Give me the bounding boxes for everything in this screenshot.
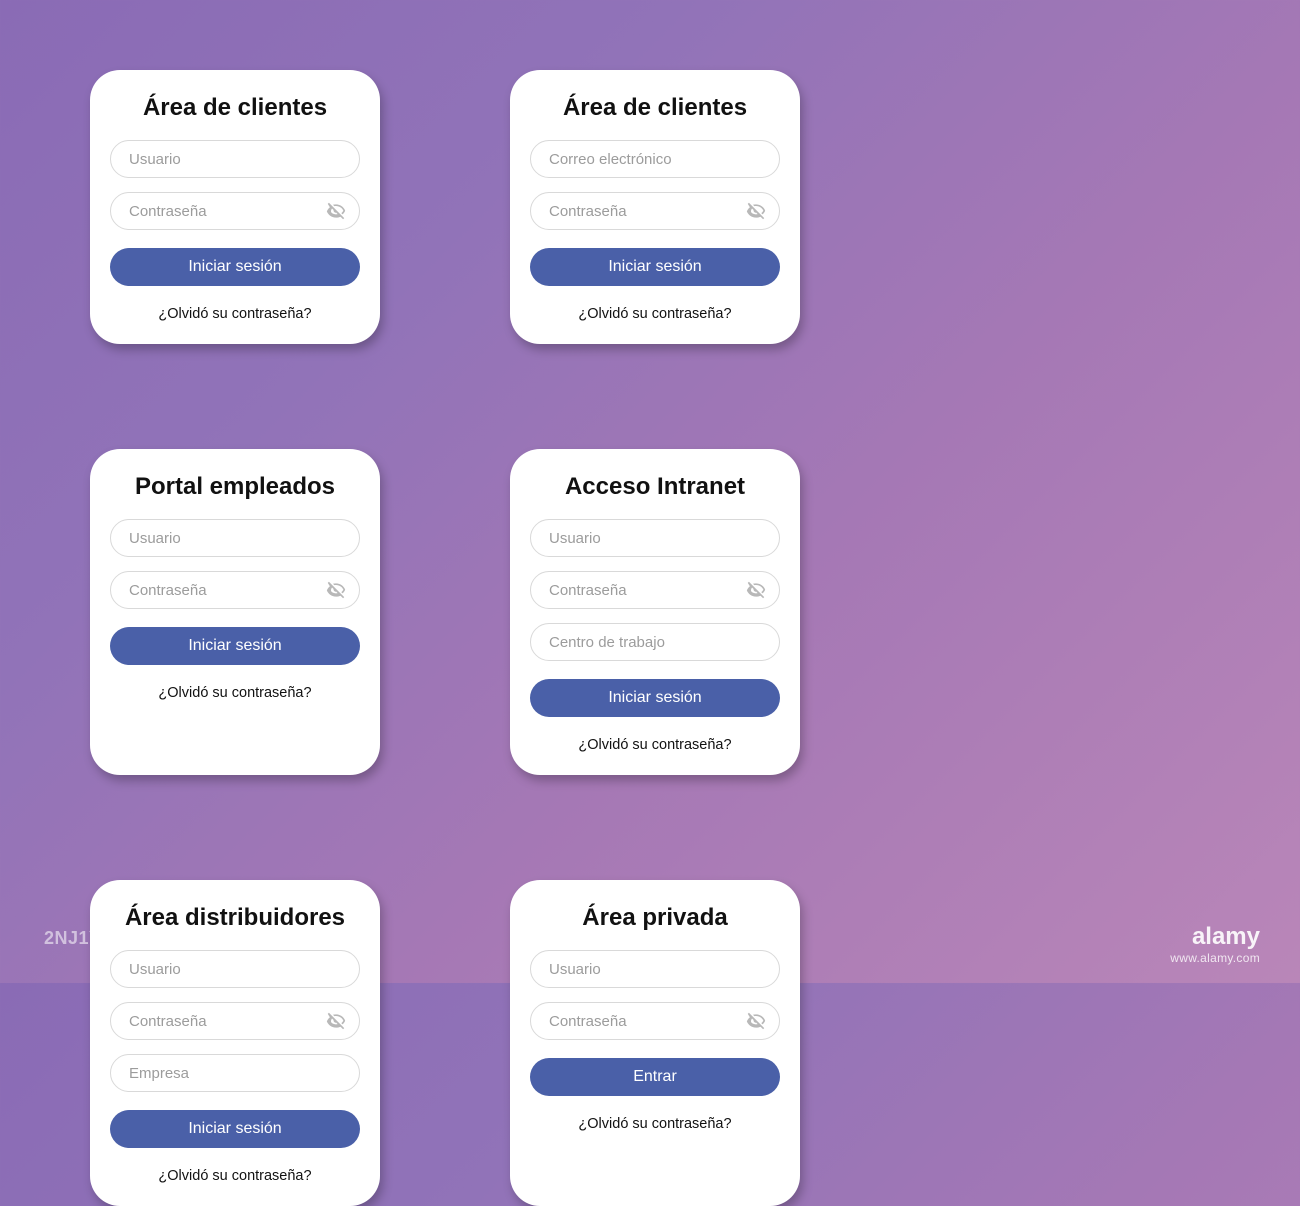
forgot-password-link[interactable]: ¿Olvidó su contraseña?: [578, 737, 731, 753]
card-title: Área de clientes: [143, 94, 327, 122]
password-input[interactable]: [110, 1002, 360, 1040]
field-wrapper: [110, 571, 360, 609]
field-wrapper: [530, 519, 780, 557]
login-cards-grid: Área de clientes Iniciar sesión ¿Olvidó su…: [90, 70, 1210, 1206]
password-input[interactable]: [110, 571, 360, 609]
login-card: Área distribuidores Iniciar sesión ¿Olvidó…: [90, 880, 380, 1206]
card-title: Portal empleados: [135, 473, 335, 501]
text-input[interactable]: [530, 519, 780, 557]
login-card: Portal empleados Iniciar sesión ¿Olvidó su…: [90, 449, 380, 775]
password-input[interactable]: [530, 192, 780, 230]
field-wrapper: [530, 192, 780, 230]
watermark-id: 2NJ1Y8X: [44, 928, 125, 949]
field-wrapper: [110, 192, 360, 230]
login-card: Área de clientes Iniciar sesión ¿Olvidó su…: [90, 70, 380, 344]
watermark-url: www.alamy.com: [1170, 951, 1260, 965]
field-wrapper: [530, 140, 780, 178]
forgot-password-link[interactable]: ¿Olvidó su contraseña?: [158, 685, 311, 701]
password-input[interactable]: [110, 192, 360, 230]
card-title: Área de clientes: [563, 94, 747, 122]
field-wrapper: [530, 1002, 780, 1040]
forgot-password-link[interactable]: ¿Olvidó su contraseña?: [578, 1116, 731, 1132]
password-input[interactable]: [530, 571, 780, 609]
eye-off-icon[interactable]: [326, 1011, 346, 1031]
login-card: Acceso Intranet Iniciar sesión ¿Olvidó su …: [510, 449, 800, 775]
field-wrapper: [110, 519, 360, 557]
login-button[interactable]: Iniciar sesión: [530, 679, 780, 717]
card-title: Acceso Intranet: [565, 473, 745, 501]
forgot-password-link[interactable]: ¿Olvidó su contraseña?: [578, 306, 731, 322]
card-title: Área distribuidores: [125, 904, 345, 932]
text-input[interactable]: [110, 519, 360, 557]
login-card: Área de clientes Iniciar sesión ¿Olvidó su…: [510, 70, 800, 344]
login-button[interactable]: Iniciar sesión: [110, 627, 360, 665]
field-wrapper: [110, 1002, 360, 1040]
forgot-password-link[interactable]: ¿Olvidó su contraseña?: [158, 1168, 311, 1184]
watermark-brand: alamy: [1170, 923, 1260, 951]
text-input[interactable]: [530, 950, 780, 988]
login-button[interactable]: Iniciar sesión: [110, 248, 360, 286]
login-button[interactable]: Iniciar sesión: [530, 248, 780, 286]
text-input[interactable]: [110, 1054, 360, 1092]
field-wrapper: [530, 950, 780, 988]
eye-off-icon[interactable]: [326, 580, 346, 600]
eye-off-icon[interactable]: [326, 201, 346, 221]
field-wrapper: [110, 950, 360, 988]
text-input[interactable]: [110, 140, 360, 178]
text-input[interactable]: [530, 140, 780, 178]
login-button[interactable]: Entrar: [530, 1058, 780, 1096]
card-title: Área privada: [582, 904, 727, 932]
field-wrapper: [530, 623, 780, 661]
login-button[interactable]: Iniciar sesión: [110, 1110, 360, 1148]
password-input[interactable]: [530, 1002, 780, 1040]
eye-off-icon[interactable]: [746, 201, 766, 221]
login-card: Área privada Entrar ¿Olvidó su contraseña?: [510, 880, 800, 1206]
field-wrapper: [110, 1054, 360, 1092]
eye-off-icon[interactable]: [746, 1011, 766, 1031]
field-wrapper: [110, 140, 360, 178]
forgot-password-link[interactable]: ¿Olvidó su contraseña?: [158, 306, 311, 322]
watermark-brand-block: alamy www.alamy.com: [1170, 923, 1260, 965]
text-input[interactable]: [110, 950, 360, 988]
text-input[interactable]: [530, 623, 780, 661]
eye-off-icon[interactable]: [746, 580, 766, 600]
field-wrapper: [530, 571, 780, 609]
